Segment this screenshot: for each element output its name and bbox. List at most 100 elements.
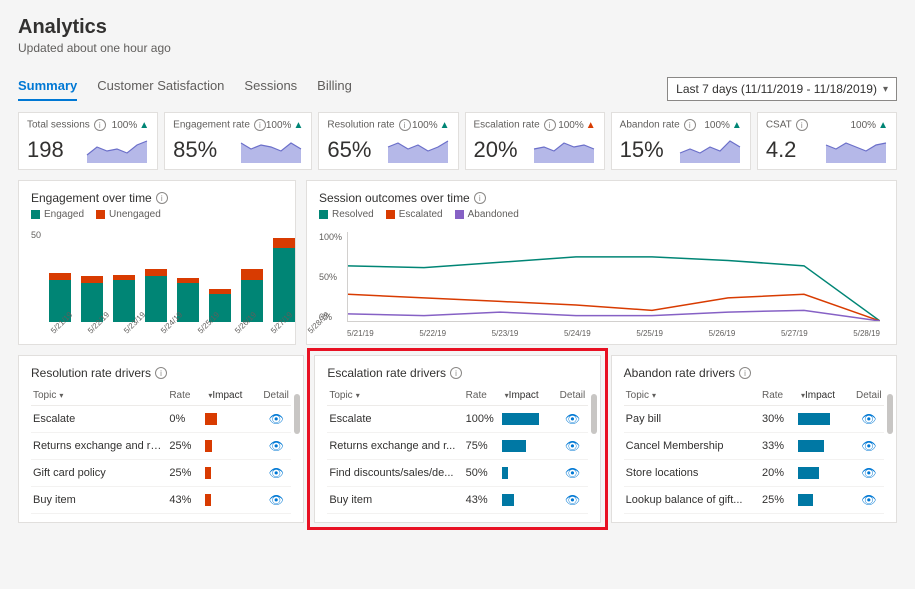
info-icon[interactable]: i (156, 192, 168, 204)
detail-link-icon[interactable]: 👁 (269, 412, 284, 426)
sparkline (824, 133, 888, 163)
line-series (348, 294, 880, 321)
kpi-card: Resolution ratei 100%▲ 65% (318, 112, 458, 170)
scrollbar[interactable] (591, 394, 597, 434)
tab-billing[interactable]: Billing (317, 78, 352, 101)
legend-swatch-engaged (31, 210, 40, 219)
kpi-percent: 100%▲ (558, 120, 595, 131)
rate-cell: 25% (167, 433, 203, 460)
scrollbar[interactable] (294, 394, 300, 434)
trend-up-icon: ▲ (732, 120, 742, 131)
y-axis-label: 50 (31, 230, 41, 240)
outcomes-chart: 100% 50% 0% 5/21/195/22/195/23/195/24/19… (319, 226, 884, 336)
scrollbar[interactable] (887, 394, 893, 434)
topic-cell: Store locations (624, 460, 760, 487)
col-topic[interactable]: Topic▾ (31, 386, 167, 406)
bar-segment-unengaged (273, 238, 295, 249)
topic-cell: Find discounts/sales/de... (327, 460, 463, 487)
col-topic[interactable]: Topic▾ (327, 386, 463, 406)
legend-swatch-unengaged (96, 210, 105, 219)
detail-link-icon[interactable]: 👁 (269, 493, 284, 507)
legend-label: Escalated (399, 209, 443, 220)
tab-sessions[interactable]: Sessions (244, 78, 297, 101)
line-series (348, 257, 880, 321)
card-title: Escalation rate drivers (327, 366, 446, 380)
detail-link-icon[interactable]: 👁 (861, 493, 876, 507)
date-range-picker[interactable]: Last 7 days (11/11/2019 - 11/18/2019) ▾ (667, 77, 897, 101)
topic-cell: Escalate (327, 406, 463, 433)
impact-cell (203, 433, 261, 460)
bar-segment-unengaged (241, 269, 263, 280)
rate-cell: 33% (760, 433, 796, 460)
info-icon[interactable]: i (684, 119, 696, 131)
detail-link-icon[interactable]: 👁 (269, 439, 284, 453)
bar-segment-engaged (113, 280, 135, 322)
col-detail: Detail (261, 386, 291, 406)
rate-cell: 25% (760, 487, 796, 514)
table-row: Escalate 100% 👁 (327, 406, 587, 433)
rate-cell: 50% (464, 460, 500, 487)
impact-cell (796, 406, 854, 433)
tab-customer-satisfaction[interactable]: Customer Satisfaction (97, 78, 224, 101)
table-row: Cancel Membership 33% 👁 (624, 433, 884, 460)
kpi-value: 4.2 (766, 137, 797, 163)
rate-cell: 0% (167, 406, 203, 433)
detail-link-icon[interactable]: 👁 (861, 439, 876, 453)
x-axis-label: 5/23/19 (492, 329, 519, 338)
detail-link-icon[interactable]: 👁 (565, 493, 580, 507)
info-icon[interactable]: i (254, 119, 266, 131)
col-impact[interactable]: ▾Impact (203, 386, 261, 406)
trend-up-icon: ▲ (586, 120, 596, 131)
trend-up-icon: ▲ (440, 120, 450, 131)
info-icon[interactable]: i (544, 119, 556, 131)
detail-link-icon[interactable]: 👁 (861, 466, 876, 480)
detail-link-icon[interactable]: 👁 (565, 412, 580, 426)
info-icon[interactable]: i (474, 192, 486, 204)
col-impact[interactable]: ▾Impact (796, 386, 854, 406)
legend-label: Engaged (44, 209, 84, 220)
impact-cell (796, 433, 854, 460)
driver-card: Resolution rate driversi Topic▾ Rate ▾Im… (18, 355, 304, 523)
bar-column (145, 234, 167, 322)
kpi-title: Resolution ratei (327, 119, 410, 131)
info-icon[interactable]: i (155, 367, 167, 379)
rate-cell: 43% (167, 487, 203, 514)
sparkline (678, 133, 742, 163)
info-icon[interactable]: i (399, 119, 411, 131)
col-impact[interactable]: ▾Impact (500, 386, 558, 406)
x-axis-label: 5/22/19 (419, 329, 446, 338)
impact-cell (796, 460, 854, 487)
col-rate[interactable]: Rate (464, 386, 500, 406)
sparkline (239, 133, 303, 163)
detail-link-icon[interactable]: 👁 (269, 466, 284, 480)
y-axis-label: 0% (319, 312, 342, 322)
y-axis-label: 50% (319, 272, 342, 282)
topic-cell: Escalate (31, 406, 167, 433)
topic-cell: Returns exchange and r... (327, 433, 463, 460)
info-icon[interactable]: i (94, 119, 106, 131)
bar-segment-engaged (145, 276, 167, 322)
tab-bar: Summary Customer Satisfaction Sessions B… (18, 78, 352, 101)
bar-segment-engaged (273, 248, 295, 322)
bar-column (81, 234, 103, 322)
col-topic[interactable]: Topic▾ (624, 386, 760, 406)
info-icon[interactable]: i (450, 367, 462, 379)
col-rate[interactable]: Rate (167, 386, 203, 406)
info-icon[interactable]: i (796, 119, 808, 131)
page-subtitle: Updated about one hour ago (18, 41, 897, 55)
table-row: Gift card policy 25% 👁 (31, 460, 291, 487)
impact-cell (500, 460, 558, 487)
detail-link-icon[interactable]: 👁 (861, 412, 876, 426)
detail-link-icon[interactable]: 👁 (565, 439, 580, 453)
bar-segment-unengaged (81, 276, 103, 283)
bar-segment-unengaged (145, 269, 167, 276)
col-rate[interactable]: Rate (760, 386, 796, 406)
detail-link-icon[interactable]: 👁 (565, 466, 580, 480)
trend-up-icon: ▲ (139, 120, 149, 131)
topic-cell: Buy item (31, 487, 167, 514)
info-icon[interactable]: i (739, 367, 751, 379)
topic-cell: Cancel Membership (624, 433, 760, 460)
tab-summary[interactable]: Summary (18, 78, 77, 101)
kpi-value: 65% (327, 137, 371, 163)
table-row: Store locations 20% 👁 (624, 460, 884, 487)
